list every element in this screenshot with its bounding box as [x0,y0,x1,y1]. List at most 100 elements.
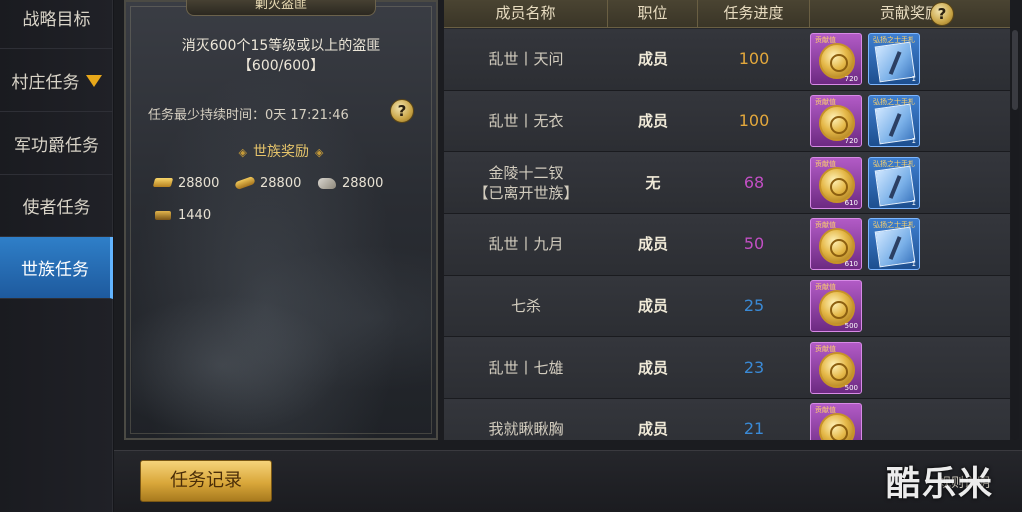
item-quantity: 1 [911,198,916,207]
item-quantity: 720 [844,75,858,84]
contribution-coin-item[interactable]: 贡献值 500 [810,341,862,394]
table-row[interactable]: 乱世丨七雄 成员 23 贡献值 500 [444,337,1010,400]
sidebar-item-clan-task[interactable]: 世族任务 [0,237,113,299]
table-row[interactable]: 金陵十二钗 【已离开世族】 无 68 贡献值 610 弘扬之士手札 1 [444,152,1010,215]
book-icon [874,165,916,207]
member-task-progress: 100 [738,49,770,69]
reward-item-iron: 1440 [152,207,211,223]
member-position: 成员 [637,297,668,316]
coin-icon [819,413,855,440]
reward-amount: 28800 [342,175,384,191]
task-description: 消灭600个15等级或以上的盗匪 [181,38,381,54]
item-tag: 贡献值 [815,36,836,45]
member-name: 乱世丨七雄 [488,358,564,377]
member-rewards: 贡献值 [810,403,1010,440]
member-position: 无 [645,173,661,192]
task-category-sidebar: 战略目标 村庄任务 军功爵任务 使者任务 世族任务 [0,0,113,512]
member-table: 成员名称 职位 任务进度 贡献奖励 乱世丨天问 成员 100 贡献值 720 弘扬之士手札… [444,0,1010,440]
header-task-progress: 任务进度 [698,0,810,28]
member-name: 我就瞅瞅胸 [488,420,564,439]
item-tag: 贡献值 [815,221,836,230]
iron-icon [152,207,174,223]
member-rewards: 贡献值 610 弘扬之士手札 1 [810,218,1010,271]
gold-bars-icon [152,175,174,191]
item-tag: 贡献值 [815,98,836,107]
sidebar-item-strategy-goal[interactable]: 战略目标 [0,0,113,49]
stone-icon [316,175,338,191]
coin-icon [819,43,855,80]
ornament-left-icon: ◈ [238,146,247,159]
member-task-progress: 21 [743,419,765,439]
coin-icon [819,105,855,142]
member-task-progress: 50 [743,234,765,254]
member-task-progress: 100 [738,111,770,131]
sidebar-item-label: 村庄任务 [11,73,80,93]
member-rewards: 贡献值 500 [810,280,1010,333]
table-body: 乱世丨天问 成员 100 贡献值 720 弘扬之士手札 1 乱世丨无衣 成员 100 贡献值 720 弘… [444,29,1010,440]
item-quantity: 1 [911,260,916,269]
item-quantity: 1 [911,137,916,146]
reward-item-stone: 28800 [316,175,383,191]
task-detail-panel: 剿灭盗匪 消灭600个15等级或以上的盗匪 【600/600】 任务最少持续时间… [124,0,438,440]
contribution-coin-item[interactable]: 贡献值 500 [810,280,862,333]
task-progress: 【600/600】 [237,58,325,74]
scroll-book-item[interactable]: 弘扬之士手札 1 [868,33,920,86]
sidebar-item-label: 军功爵任务 [14,136,99,156]
contribution-coin-item[interactable]: 贡献值 720 [810,95,862,148]
book-icon [874,227,916,268]
ornament-right-icon: ◈ [315,146,324,159]
wood-icon [234,175,256,191]
member-rewards: 贡献值 720 弘扬之士手札 1 [810,95,1010,148]
contribution-coin-item[interactable]: 贡献值 [810,403,862,440]
reward-amount: 1440 [178,207,212,223]
member-name: 乱世丨九月 [488,235,564,254]
member-task-progress: 25 [743,296,765,316]
reward-item-gold: 28800 [152,175,219,191]
sidebar-item-military-rank-task[interactable]: 军功爵任务 [0,113,113,175]
reward-help-icon[interactable]: ? [930,2,954,26]
item-quantity: 1 [911,75,916,84]
member-position: 成员 [637,235,668,254]
table-row[interactable]: 乱世丨九月 成员 50 贡献值 610 弘扬之士手札 1 [444,214,1010,276]
scroll-book-item[interactable]: 弘扬之士手札 1 [868,218,920,271]
table-header: 成员名称 职位 任务进度 贡献奖励 [444,0,1010,28]
member-name: 乱世丨无衣 [488,112,564,131]
member-rewards: 贡献值 720 弘扬之士手札 1 [810,33,1010,86]
item-tag: 贡献值 [815,159,836,168]
task-help-icon[interactable]: ? [390,99,414,123]
table-row[interactable]: 我就瞅瞅胸 成员 21 贡献值 [444,399,1010,440]
item-tag: 贡献值 [815,406,836,415]
member-name: 金陵十二钗 【已离开世族】 [473,163,579,202]
task-record-button[interactable]: 任务记录 [140,460,272,502]
scrollbar-thumb[interactable] [1012,30,1018,110]
member-position: 成员 [637,358,668,377]
table-row[interactable]: 乱世丨天问 成员 100 贡献值 720 弘扬之士手札 1 [444,29,1010,91]
member-name: 七杀 [510,297,541,316]
sidebar-item-envoy-task[interactable]: 使者任务 [0,175,113,237]
item-quantity: 610 [844,260,858,269]
item-quantity: 720 [844,137,858,146]
scroll-book-item[interactable]: 弘扬之士手札 1 [868,156,920,209]
sidebar-item-label: 使者任务 [22,198,91,218]
contribution-coin-item[interactable]: 贡献值 610 [810,218,862,271]
contribution-coin-item[interactable]: 贡献值 610 [810,156,862,209]
table-row[interactable]: 乱世丨无衣 成员 100 贡献值 720 弘扬之士手札 1 [444,90,1010,153]
coin-icon [819,290,855,327]
table-row[interactable]: 七杀 成员 25 贡献值 500 [444,275,1010,338]
sidebar-item-label: 世族任务 [21,260,89,280]
coin-icon [819,228,855,265]
member-position: 成员 [637,420,668,439]
item-tag: 弘扬之士手札 [873,221,915,230]
table-scrollbar[interactable] [1011,30,1019,440]
coin-icon [819,351,855,388]
header-position: 职位 [608,0,698,28]
item-quantity: 500 [844,322,858,331]
contribution-coin-item[interactable]: 贡献值 720 [810,33,862,86]
item-tag: 弘扬之士手札 [873,98,915,107]
scroll-book-item[interactable]: 弘扬之士手札 1 [868,95,920,148]
book-icon [874,103,916,145]
member-position: 成员 [637,112,668,131]
member-task-progress: 68 [743,172,765,192]
clan-reward-title: 世族奖励 [253,144,309,160]
sidebar-item-village-task[interactable]: 村庄任务 [0,50,113,112]
